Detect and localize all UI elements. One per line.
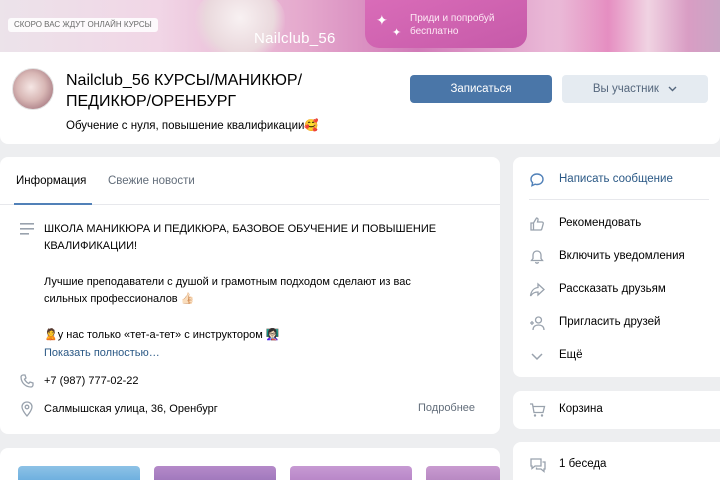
chat-icon: [530, 458, 546, 473]
action-label: Пригласить друзей: [559, 316, 661, 328]
products-strip: [0, 448, 500, 480]
tab-info[interactable]: Информация: [16, 175, 86, 187]
product-thumbnail[interactable]: [154, 466, 276, 480]
cart-icon: [530, 403, 546, 417]
chevron-down-icon: [668, 86, 677, 92]
cover-banner-line2: бесплатно: [410, 26, 459, 37]
cart-label: Корзина: [559, 403, 603, 415]
description-line: Лучшие преподаватели с душой и грамотным…: [44, 276, 411, 288]
cover-banner-line1: Приди и попробуй: [410, 13, 495, 24]
action-label: Рекомендовать: [559, 217, 642, 229]
phone-icon: [20, 374, 34, 388]
location-pin-icon: [21, 401, 33, 417]
description-line: ШКОЛА МАНИКЮРА И ПЕДИКЮРА, БАЗОВОЕ ОБУЧЕ…: [44, 223, 437, 235]
tab-news[interactable]: Свежие новости: [108, 175, 195, 187]
action-label: Включить уведомления: [559, 250, 685, 262]
sparkle-icon: ✦: [392, 27, 402, 39]
description-line: 🙎у нас только «тет-а-тет» с инструктором…: [44, 329, 280, 341]
cover-photo-right: [560, 0, 720, 52]
action-label: Ещё: [559, 349, 583, 361]
share-icon: [529, 282, 545, 297]
cart-card[interactable]: Корзина: [513, 391, 720, 429]
chat-label: 1 беседа: [559, 458, 607, 470]
description-line: КВАЛИФИКАЦИИ!: [44, 240, 138, 252]
sparkle-icon: ✦: [376, 12, 388, 28]
action-label: Рассказать друзьям: [559, 283, 666, 295]
address[interactable]: Салмышская улица, 36, Оренбург: [44, 403, 218, 415]
add-user-icon: [530, 316, 545, 331]
tab-underline: [14, 203, 92, 205]
cover-tag: СКОРО ВАС ЖДУТ ОНЛАЙН КУРСЫ: [8, 18, 158, 32]
join-button[interactable]: Записаться: [410, 75, 552, 103]
cover-banner-text: Приди и попробуй бесплатно: [410, 12, 495, 38]
cover-image: Приди и попробуй бесплатно ✦ ✦ СКОРО ВАС…: [0, 0, 720, 52]
like-icon: [530, 217, 544, 231]
group-status: Обучение с нуля, повышение квалификации🥰: [66, 120, 319, 132]
action-more[interactable]: Ещё: [513, 342, 720, 370]
action-invite-friends[interactable]: Пригласить друзей: [513, 309, 720, 337]
divider: [529, 199, 709, 200]
member-label: Вы участник: [592, 83, 659, 95]
chat-card[interactable]: 1 беседа: [513, 442, 720, 480]
tabs-bar: Информация Свежие новости: [0, 157, 500, 205]
actions-card: Написать сообщение Рекомендовать Включит…: [513, 157, 720, 377]
action-recommend[interactable]: Рекомендовать: [513, 210, 720, 238]
description-icon: [20, 223, 34, 235]
phone-number[interactable]: +7 (987) 777-02-22: [44, 375, 138, 387]
product-thumbnail[interactable]: [290, 466, 412, 480]
group-header: Nailclub_56 КУРСЫ/МАНИКЮР/ ПЕДИКЮР/ОРЕНБ…: [0, 52, 720, 144]
group-name-line1: Nailclub_56 КУРСЫ/МАНИКЮР/: [66, 72, 303, 89]
description-line: сильных профессионалов 👍🏻: [44, 293, 195, 305]
avatar[interactable]: [12, 68, 54, 110]
bell-icon: [530, 250, 544, 264]
chevron-down-icon: [531, 353, 543, 361]
group-name: Nailclub_56 КУРСЫ/МАНИКЮР/ ПЕДИКЮР/ОРЕНБ…: [66, 70, 366, 112]
action-tell-friends[interactable]: Рассказать друзьям: [513, 276, 720, 304]
message-icon: [530, 173, 544, 187]
group-name-line2: ПЕДИКЮР/ОРЕНБУРГ: [66, 93, 237, 110]
cover-brand: Nailclub_56: [254, 30, 336, 47]
product-thumbnail[interactable]: [426, 466, 500, 480]
details-link[interactable]: Подробнее: [418, 402, 475, 414]
product-thumbnail[interactable]: [18, 466, 140, 480]
show-more-link[interactable]: Показать полностью…: [44, 347, 160, 359]
action-notifications[interactable]: Включить уведомления: [513, 243, 720, 271]
action-label: Написать сообщение: [559, 173, 673, 185]
action-write-message[interactable]: Написать сообщение: [513, 166, 720, 194]
member-dropdown-button[interactable]: Вы участник: [562, 75, 708, 103]
